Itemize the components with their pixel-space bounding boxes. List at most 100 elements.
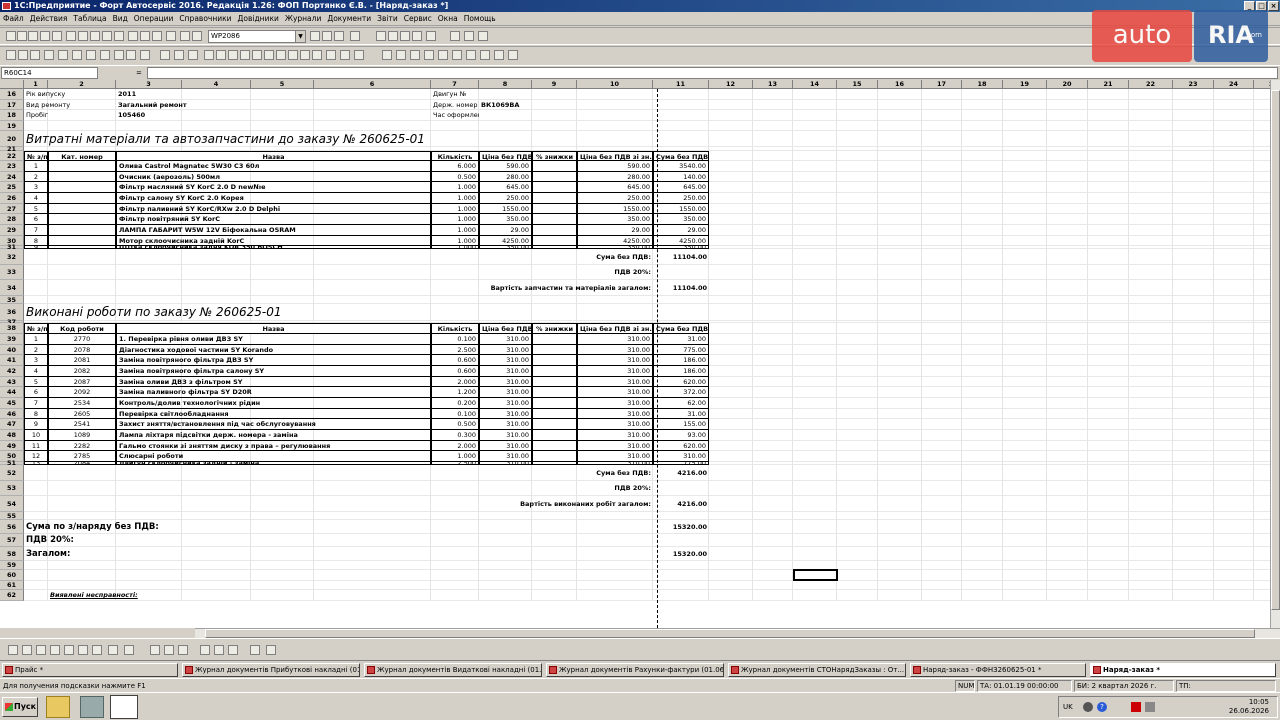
toolbar-button[interactable] [450,31,460,41]
grid-cell[interactable] [48,265,116,281]
toolbar-button[interactable] [340,50,350,60]
grid-cell[interactable] [878,561,922,571]
column-header-4[interactable]: 4 [182,80,251,89]
grid-cell[interactable] [314,547,431,562]
grid-cell[interactable] [709,110,753,121]
grid-cell[interactable] [709,265,753,281]
grid-cell[interactable] [1088,520,1129,535]
grid-cell[interactable] [314,110,431,121]
toolbar-button[interactable] [264,50,274,60]
grid-cell[interactable] [577,570,653,582]
grid-cell[interactable] [837,265,878,281]
grid-cell[interactable] [1003,451,1047,463]
grid-cell[interactable] [709,182,753,194]
grid-cell[interactable] [182,296,251,305]
row-number[interactable]: 45 [0,398,24,409]
toolbar-button[interactable] [310,31,320,41]
menu-item-4[interactable]: Операции [131,12,177,25]
row-number[interactable]: 35 [0,296,24,305]
grid-cell[interactable] [1129,235,1173,247]
grid-cell[interactable] [962,481,1003,497]
grid-cell[interactable] [1088,203,1129,215]
row-number[interactable]: 24 [0,171,24,183]
grid-cell[interactable] [922,344,962,356]
grid-cell[interactable] [793,581,837,591]
grid-cell[interactable] [922,581,962,591]
grid-cell[interactable] [1003,387,1047,399]
grid-cell[interactable] [1003,376,1047,388]
toolbar-button[interactable] [410,50,420,60]
grid-cell[interactable] [753,130,793,147]
grid-cell[interactable] [709,419,753,431]
grid-cell[interactable] [709,570,753,582]
grid-cell[interactable] [532,547,577,562]
grid-cell[interactable] [837,161,878,172]
help-icon[interactable]: ? [1097,702,1107,712]
toolbar-button[interactable] [288,50,298,60]
grid-cell[interactable] [753,512,793,521]
grid-cell[interactable] [479,590,532,602]
grid-cell[interactable] [1088,161,1129,172]
grid-cell[interactable] [1088,280,1129,297]
grid-cell[interactable] [793,355,837,367]
grid-cell[interactable] [753,387,793,399]
grid-cell[interactable] [709,398,753,409]
grid-cell[interactable] [753,120,793,131]
grid-cell[interactable] [182,570,251,582]
grid-cell[interactable] [922,440,962,452]
grid-cell[interactable] [182,481,251,497]
grid-cell[interactable] [1129,398,1173,409]
grid-cell[interactable] [1047,265,1088,281]
grid-cell[interactable] [182,110,251,121]
grid-cell[interactable] [1047,203,1088,215]
grid-cell[interactable] [753,440,793,452]
grid-cell[interactable] [922,481,962,497]
grid-cell[interactable] [577,520,653,535]
grid-cell[interactable] [251,99,314,110]
row-number[interactable]: 56 [0,520,24,535]
grid-cell[interactable] [922,512,962,521]
menu-item-12[interactable]: Помощь [461,12,499,25]
grid-cell[interactable] [878,182,922,194]
grid-cell[interactable] [182,89,251,100]
grid-cell[interactable] [1088,419,1129,431]
grid-cell[interactable] [1003,214,1047,226]
grid-cell[interactable] [1088,570,1129,582]
toolbar-button[interactable] [6,50,16,60]
row-number[interactable]: 19 [0,120,24,131]
grid-cell[interactable] [962,547,1003,562]
grid-cell[interactable] [1129,161,1173,172]
grid-cell[interactable] [837,235,878,247]
grid-cell[interactable] [837,89,878,100]
grid-cell[interactable] [532,581,577,591]
grid-cell[interactable] [1214,193,1254,204]
grid-cell[interactable] [1173,465,1214,482]
grid-cell[interactable] [753,344,793,356]
toolbar-button[interactable] [28,31,38,41]
grid-cell[interactable] [532,110,577,121]
row-number[interactable]: 53 [0,481,24,497]
grid-cell[interactable] [48,561,116,571]
grid-cell[interactable] [793,120,837,131]
grid-cell[interactable] [532,304,577,322]
grid-cell[interactable] [116,120,182,131]
grid-cell[interactable] [922,235,962,247]
column-header-18[interactable]: 18 [962,80,1003,89]
grid-cell[interactable] [116,512,182,521]
grid-cell[interactable] [1003,89,1047,100]
grid-cell[interactable] [1003,334,1047,345]
toolbar-button[interactable] [300,50,310,60]
grid-cell[interactable] [182,120,251,131]
grid-cell[interactable] [1214,130,1254,147]
grid-cell[interactable] [1214,419,1254,431]
grid-cell[interactable] [479,296,532,305]
grid-cell[interactable] [922,408,962,420]
grid-cell[interactable] [1173,376,1214,388]
grid-cell[interactable] [577,99,653,110]
grid-cell[interactable] [1129,265,1173,281]
toolbar-button[interactable] [216,50,226,60]
toolbar-button[interactable] [412,31,422,41]
grid-cell[interactable] [314,581,431,591]
grid-cell[interactable] [1173,440,1214,452]
grid-cell[interactable] [1088,225,1129,236]
